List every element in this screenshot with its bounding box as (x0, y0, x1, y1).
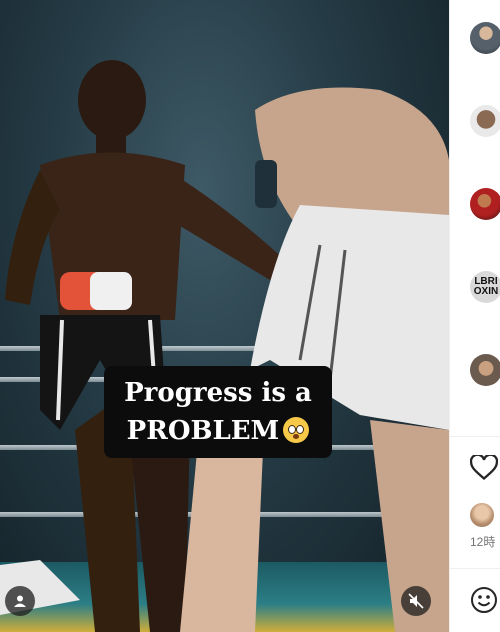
post-timestamp: 12時 (470, 535, 496, 549)
smiley-icon (471, 587, 497, 613)
avatar-bald-man[interactable] (470, 105, 500, 137)
user-icon (14, 595, 26, 607)
muted-speaker-icon (408, 593, 424, 609)
fighter-right (180, 87, 449, 632)
caption-line-2-text: PROBLEM (126, 416, 280, 446)
divider (450, 436, 500, 437)
profile-tag-button[interactable] (5, 586, 35, 616)
mute-button[interactable] (401, 586, 431, 616)
logo-text: LBRI OXIN (473, 276, 499, 297)
heart-icon (469, 453, 499, 481)
avatar-boxer-red[interactable] (470, 188, 500, 220)
avatar-logo[interactable]: LBRI OXIN (470, 271, 500, 303)
avatar-fighter-photo[interactable] (470, 22, 500, 54)
reels-side-panel: LBRI OXIN 12時 (449, 0, 500, 632)
liker-avatar[interactable] (470, 503, 494, 527)
caption-line-2: PROBLEM (104, 412, 332, 450)
caption-line-1: Progress is a (124, 378, 312, 408)
emoji-button[interactable] (470, 586, 498, 614)
avatar-fighter-portrait[interactable] (470, 354, 500, 386)
like-button[interactable] (469, 453, 499, 481)
flushed-face-emoji (283, 417, 310, 443)
reel-video[interactable]: Progress is a PROBLEM (0, 0, 449, 632)
video-caption: Progress is a PROBLEM (104, 366, 332, 458)
divider (450, 568, 500, 569)
